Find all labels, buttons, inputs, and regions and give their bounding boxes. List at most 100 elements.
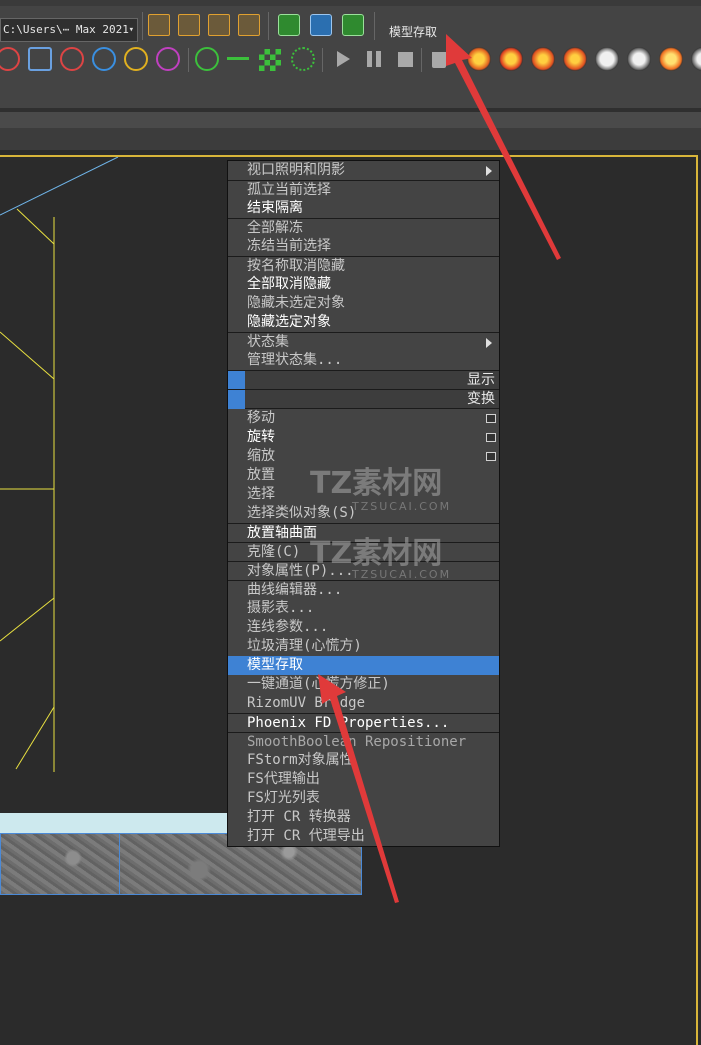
menu-header-display: 显示 bbox=[228, 370, 499, 390]
menu-header-transform-label: 变换 bbox=[467, 391, 495, 407]
arrow-split-icon[interactable] bbox=[227, 57, 249, 60]
transform-item-18[interactable]: FStorm对象属性 bbox=[228, 751, 499, 770]
swirl-icon[interactable] bbox=[627, 47, 651, 71]
transform-item-7[interactable]: 克隆(C) bbox=[228, 542, 499, 561]
transform-item-13[interactable]: 模型存取 bbox=[228, 656, 499, 675]
fire-icon[interactable] bbox=[531, 47, 555, 71]
texture-seam bbox=[119, 834, 120, 894]
burst-icon[interactable] bbox=[291, 47, 315, 71]
viewport-header-strip bbox=[0, 128, 701, 150]
layer-remove-icon[interactable] bbox=[208, 14, 230, 36]
fire-icon[interactable] bbox=[499, 47, 523, 71]
menu-item-label: 冻结当前选择 bbox=[247, 238, 331, 254]
toolbar-divider bbox=[421, 48, 422, 72]
transform-item-9[interactable]: 曲线编辑器... bbox=[228, 580, 499, 599]
display-item-3[interactable]: 全部解冻 bbox=[228, 218, 499, 237]
transform-item-16[interactable]: Phoenix FD Properties... bbox=[228, 713, 499, 732]
transform-item-19[interactable]: FS代理输出 bbox=[228, 770, 499, 789]
menu-item-label: 放置 bbox=[247, 467, 275, 483]
settings-box-icon[interactable] bbox=[486, 452, 496, 461]
menu-item-label: 孤立当前选择 bbox=[247, 182, 331, 198]
settings-box-icon[interactable] bbox=[486, 433, 496, 442]
transform-item-11[interactable]: 连线参数... bbox=[228, 618, 499, 637]
menu-item-label: 缩放 bbox=[247, 448, 275, 464]
menu-item-label: 模型存取 bbox=[247, 657, 303, 673]
submenu-arrow-icon bbox=[486, 338, 492, 348]
fire-circle-icon[interactable] bbox=[60, 47, 84, 71]
display-item-10[interactable]: 管理状态集... bbox=[228, 351, 499, 370]
stop-icon[interactable] bbox=[398, 52, 413, 67]
transform-item-4[interactable]: 选择 bbox=[228, 485, 499, 504]
display-item-1[interactable]: 孤立当前选择 bbox=[228, 180, 499, 199]
pause-icon[interactable] bbox=[367, 51, 381, 67]
chevron-down-icon[interactable]: ▾ bbox=[129, 19, 134, 41]
project-path-dropdown[interactable]: C:\Users\⋯ Max 2021 ▾ bbox=[0, 18, 138, 42]
target-icon[interactable] bbox=[156, 47, 180, 71]
display-item-9[interactable]: 状态集 bbox=[228, 332, 499, 351]
menu-item-label: 垃圾清理(心慌方) bbox=[247, 638, 362, 654]
cube-icon[interactable] bbox=[28, 47, 52, 71]
settings-fire-icon[interactable] bbox=[595, 47, 619, 71]
transform-item-12[interactable]: 垃圾清理(心慌方) bbox=[228, 637, 499, 656]
menu-item-label: 选择 bbox=[247, 486, 275, 502]
display-item-6[interactable]: 全部取消隐藏 bbox=[228, 275, 499, 294]
fire-icon[interactable] bbox=[467, 47, 491, 71]
settings-box-icon[interactable] bbox=[486, 414, 496, 423]
selected-object-strip bbox=[0, 813, 228, 833]
play-icon[interactable] bbox=[337, 51, 350, 67]
menu-item-label: 对象属性(P)... bbox=[247, 563, 354, 579]
green-refresh-icon[interactable] bbox=[278, 14, 300, 36]
layer-add-icon[interactable] bbox=[178, 14, 200, 36]
menu-item-label: 按名称取消隐藏 bbox=[247, 258, 345, 274]
network-icon[interactable] bbox=[195, 47, 219, 71]
fire-icon[interactable] bbox=[563, 47, 587, 71]
menu-item-label: Phoenix FD Properties... bbox=[247, 715, 450, 731]
display-item-0[interactable]: 视口照明和阴影 bbox=[228, 161, 499, 180]
layer-select-icon[interactable] bbox=[238, 14, 260, 36]
transform-item-20[interactable]: FS灯光列表 bbox=[228, 789, 499, 808]
green-export-icon[interactable] bbox=[342, 14, 364, 36]
menu-item-label: 摄影表... bbox=[247, 600, 315, 616]
trash-icon[interactable] bbox=[432, 52, 446, 68]
display-item-2[interactable]: 结束隔离 bbox=[228, 199, 499, 218]
rings-icon[interactable] bbox=[124, 47, 148, 71]
flame-icon[interactable] bbox=[659, 47, 683, 71]
menu-header-transform: 变换 bbox=[228, 389, 499, 409]
toolbar-divider bbox=[268, 12, 269, 40]
menu-item-label: 管理状态集... bbox=[247, 352, 343, 368]
quad-menu: 视口照明和阴影孤立当前选择 结束隔离全部解冻冻结当前选择 按名称取消隐藏 全部取消隐藏… bbox=[227, 160, 500, 847]
menu-item-label: 连线参数... bbox=[247, 619, 329, 635]
transform-item-3[interactable]: 放置 bbox=[228, 466, 499, 485]
script-toolbar-button[interactable]: 模型存取 bbox=[389, 23, 437, 40]
transform-item-1[interactable]: 旋转 bbox=[228, 428, 499, 447]
transform-item-2[interactable]: 缩放 bbox=[228, 447, 499, 466]
transform-item-22[interactable]: 打开 CR 代理导出 bbox=[228, 827, 499, 846]
transform-item-15[interactable]: RizomUV Bridge bbox=[228, 694, 499, 713]
transform-item-10[interactable]: 摄影表... bbox=[228, 599, 499, 618]
transform-item-5[interactable]: 选择类似对象(S) bbox=[228, 504, 499, 523]
box-icon[interactable] bbox=[0, 47, 20, 71]
transform-item-21[interactable]: 打开 CR 转换器 bbox=[228, 808, 499, 827]
drop-circle-icon[interactable] bbox=[92, 47, 116, 71]
display-item-8[interactable]: 隐藏选定对象 bbox=[228, 313, 499, 332]
display-item-7[interactable]: 隐藏未选定对象 bbox=[228, 294, 499, 313]
checker-icon[interactable] bbox=[259, 49, 281, 71]
transform-item-17[interactable]: SmoothBoolean Repositioner bbox=[228, 732, 499, 751]
display-item-5[interactable]: 按名称取消隐藏 bbox=[228, 256, 499, 275]
extra-tool-icon[interactable] bbox=[691, 47, 701, 71]
transform-item-6[interactable]: 放置轴曲面 bbox=[228, 523, 499, 542]
toolbar-divider bbox=[188, 48, 189, 72]
second-toolbar bbox=[0, 44, 701, 74]
toolbar-empty-area bbox=[0, 74, 701, 108]
transform-item-8[interactable]: 对象属性(P)... bbox=[228, 561, 499, 580]
blue-sync-icon[interactable] bbox=[310, 14, 332, 36]
display-item-4[interactable]: 冻结当前选择 bbox=[228, 237, 499, 256]
transform-item-0[interactable]: 移动 bbox=[228, 409, 499, 428]
menu-item-label: FS灯光列表 bbox=[247, 790, 320, 806]
menu-header-display-label: 显示 bbox=[467, 372, 495, 388]
menu-item-label: RizomUV Bridge bbox=[247, 695, 366, 711]
menu-item-label: 全部解冻 bbox=[247, 220, 303, 236]
transform-item-14[interactable]: 一键通道(心慌方修正) bbox=[228, 675, 499, 694]
layer-gear-icon[interactable] bbox=[148, 14, 170, 36]
toolbar-divider bbox=[322, 48, 323, 72]
